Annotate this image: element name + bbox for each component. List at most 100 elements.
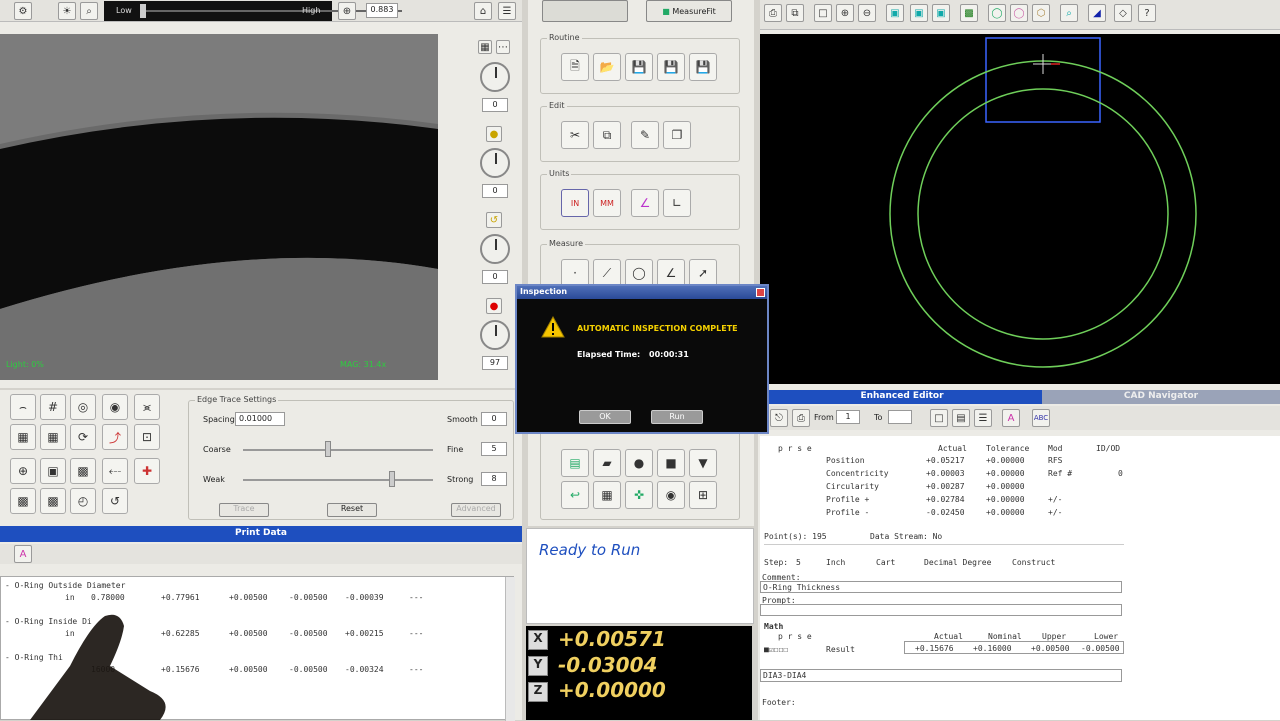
fit-view-icon[interactable]: □ — [814, 4, 832, 22]
print-data-scrollbar[interactable] — [505, 577, 515, 721]
zoom-icon[interactable]: ⌕ — [80, 2, 98, 20]
weak-strong-thumb[interactable] — [389, 471, 395, 487]
coarse-fine-thumb[interactable] — [325, 441, 331, 457]
view-top-icon[interactable]: ▣ — [910, 4, 928, 22]
trace-button[interactable]: Trace — [219, 503, 269, 517]
ring-tool-icon[interactable]: ◉ — [102, 394, 128, 420]
curve-tool-icon[interactable]: ⤴ — [102, 424, 128, 450]
calculator-icon[interactable]: ▦ — [593, 481, 621, 509]
result-row[interactable]: Circularity +0.00287 +0.00000 — [760, 482, 1160, 494]
plane-icon[interactable]: ▰ — [593, 449, 621, 477]
y-axis-icon[interactable]: Y — [528, 656, 548, 676]
zoom-value-field[interactable]: 0.883 — [366, 3, 398, 18]
arc-tool-icon[interactable]: ⌢ — [10, 394, 36, 420]
slider-thumb[interactable] — [140, 4, 146, 18]
back-light-dial[interactable] — [480, 320, 510, 350]
angle-icon[interactable]: ∠ — [657, 259, 685, 287]
grid-tool-icon[interactable]: # — [40, 394, 66, 420]
search-icon[interactable]: ⌕ — [1060, 4, 1078, 22]
run-button[interactable]: Run — [651, 410, 703, 424]
view-3d-icon[interactable]: ▣ — [886, 4, 904, 22]
top-light-dial[interactable] — [480, 148, 510, 178]
top-light-value[interactable]: 0 — [482, 184, 508, 198]
to-input[interactable] — [888, 410, 912, 424]
font-icon[interactable]: A — [14, 545, 32, 563]
circle-icon[interactable]: ◯ — [625, 259, 653, 287]
tab-enhanced-editor[interactable]: Enhanced Editor — [762, 390, 1042, 404]
list-icon[interactable]: ▤ — [952, 409, 970, 427]
camera-view[interactable]: Light: 0% MAG: 31.4x — [0, 34, 438, 380]
pencil-icon[interactable]: ✎ — [631, 121, 659, 149]
panel-icon[interactable]: ▦ — [478, 40, 492, 54]
fixture-icon[interactable]: ⊞ — [689, 481, 717, 509]
album-icon[interactable]: ▩ — [40, 488, 66, 514]
cad-view[interactable] — [760, 34, 1280, 384]
line-icon[interactable]: ⟋ — [593, 259, 621, 287]
focus-value[interactable]: 0 — [482, 98, 508, 112]
square-target-icon[interactable]: ▣ — [40, 458, 66, 484]
focus-dial[interactable] — [480, 62, 510, 92]
formula-field[interactable]: DIA3-DIA4 — [760, 669, 1122, 682]
cone-icon[interactable]: ▼ — [689, 449, 717, 477]
result-row[interactable]: Position +0.05217 +0.00000 RFS — [760, 456, 1160, 468]
math-values-row[interactable]: +0.15676 +0.16000 +0.00500 -0.00500 — [904, 641, 1124, 654]
light-slider[interactable]: Low High — [104, 1, 402, 21]
editor-content[interactable]: p r s e Actual Tolerance Mod ID/OD Posit… — [760, 436, 1280, 720]
target-tool-icon[interactable]: ◎ — [70, 394, 96, 420]
triangle-icon[interactable]: ◢ — [1088, 4, 1106, 22]
export-icon[interactable]: ⧉ — [786, 4, 804, 22]
snap-point-icon[interactable]: ◯ — [1010, 4, 1028, 22]
font-size-icon[interactable]: A — [1002, 409, 1020, 427]
frame-target-icon[interactable]: ▩ — [70, 458, 96, 484]
ring-light-icon[interactable]: ↺ — [486, 212, 502, 228]
result-row[interactable]: Concentricity +0.00003 +0.00000 Ref # 0 — [760, 469, 1160, 481]
print-icon[interactable]: ⎙ — [764, 4, 782, 22]
dialog-close-icon[interactable] — [756, 288, 765, 297]
new-icon[interactable]: 🗎 — [561, 53, 589, 81]
distance-icon[interactable]: ➚ — [689, 259, 717, 287]
back-light-value[interactable]: 97 — [482, 356, 508, 370]
open-icon[interactable]: 📂 — [593, 53, 621, 81]
home-icon[interactable]: ⌂ — [474, 2, 492, 20]
save-all-icon[interactable]: 💾 — [689, 53, 717, 81]
copy-icon[interactable]: ⧉ — [593, 121, 621, 149]
cut-icon[interactable]: ✂ — [561, 121, 589, 149]
snap-circle-icon[interactable]: ◯ — [988, 4, 1006, 22]
wedge-tool-icon[interactable]: ⪤ — [134, 394, 160, 420]
cylinder-icon[interactable]: ■ — [657, 449, 685, 477]
probe-icon[interactable]: ⤎ — [102, 458, 128, 484]
matrix-tool-icon[interactable]: ▦ — [10, 424, 36, 450]
result-row[interactable]: Profile - -0.02450 +0.00000 +/- — [760, 508, 1160, 520]
mesh-tool-icon[interactable]: ▦ — [40, 424, 66, 450]
z-axis-icon[interactable]: Z — [528, 682, 548, 702]
cartesian-icon[interactable]: ∟ — [663, 189, 691, 217]
strong-input[interactable]: 8 — [481, 472, 507, 486]
dial-icon[interactable]: ◴ — [70, 488, 96, 514]
report-icon[interactable]: ↩ — [561, 481, 589, 509]
prompt-field[interactable] — [760, 604, 1122, 616]
tab-cad-navigator[interactable]: CAD Navigator — [1042, 390, 1280, 404]
save-icon[interactable]: 💾 — [625, 53, 653, 81]
rotate-tool-icon[interactable]: ⟳ — [70, 424, 96, 450]
magnify-icon[interactable]: ⊕ — [338, 2, 356, 20]
camera-icon[interactable]: ⚙ — [14, 2, 32, 20]
photo-icon[interactable]: ▩ — [10, 488, 36, 514]
spellcheck-icon[interactable]: ABC — [1032, 409, 1050, 427]
ring-light-dial[interactable] — [480, 234, 510, 264]
polar-icon[interactable]: ∠ — [631, 189, 659, 217]
paste-icon[interactable]: ❐ — [663, 121, 691, 149]
save-as-icon[interactable]: 💾 — [657, 53, 685, 81]
zoom-out-icon[interactable]: ⊖ — [858, 4, 876, 22]
image-icon[interactable]: ▩ — [960, 4, 978, 22]
fine-input[interactable]: 5 — [481, 442, 507, 456]
point-icon[interactable]: · — [561, 259, 589, 287]
lines-icon[interactable]: ☰ — [974, 409, 992, 427]
zoom-in-icon[interactable]: ⊕ — [836, 4, 854, 22]
histogram-icon[interactable]: ▤ — [561, 449, 589, 477]
settings-icon[interactable]: ☰ — [498, 2, 516, 20]
from-input[interactable]: 1 — [836, 410, 860, 424]
comment-field[interactable]: O-Ring Thickness — [760, 581, 1122, 593]
crosshair-icon[interactable]: ⊕ — [10, 458, 36, 484]
more-icon[interactable]: ⋯ — [496, 40, 510, 54]
result-row[interactable]: Profile + +0.02784 +0.00000 +/- — [760, 495, 1160, 507]
